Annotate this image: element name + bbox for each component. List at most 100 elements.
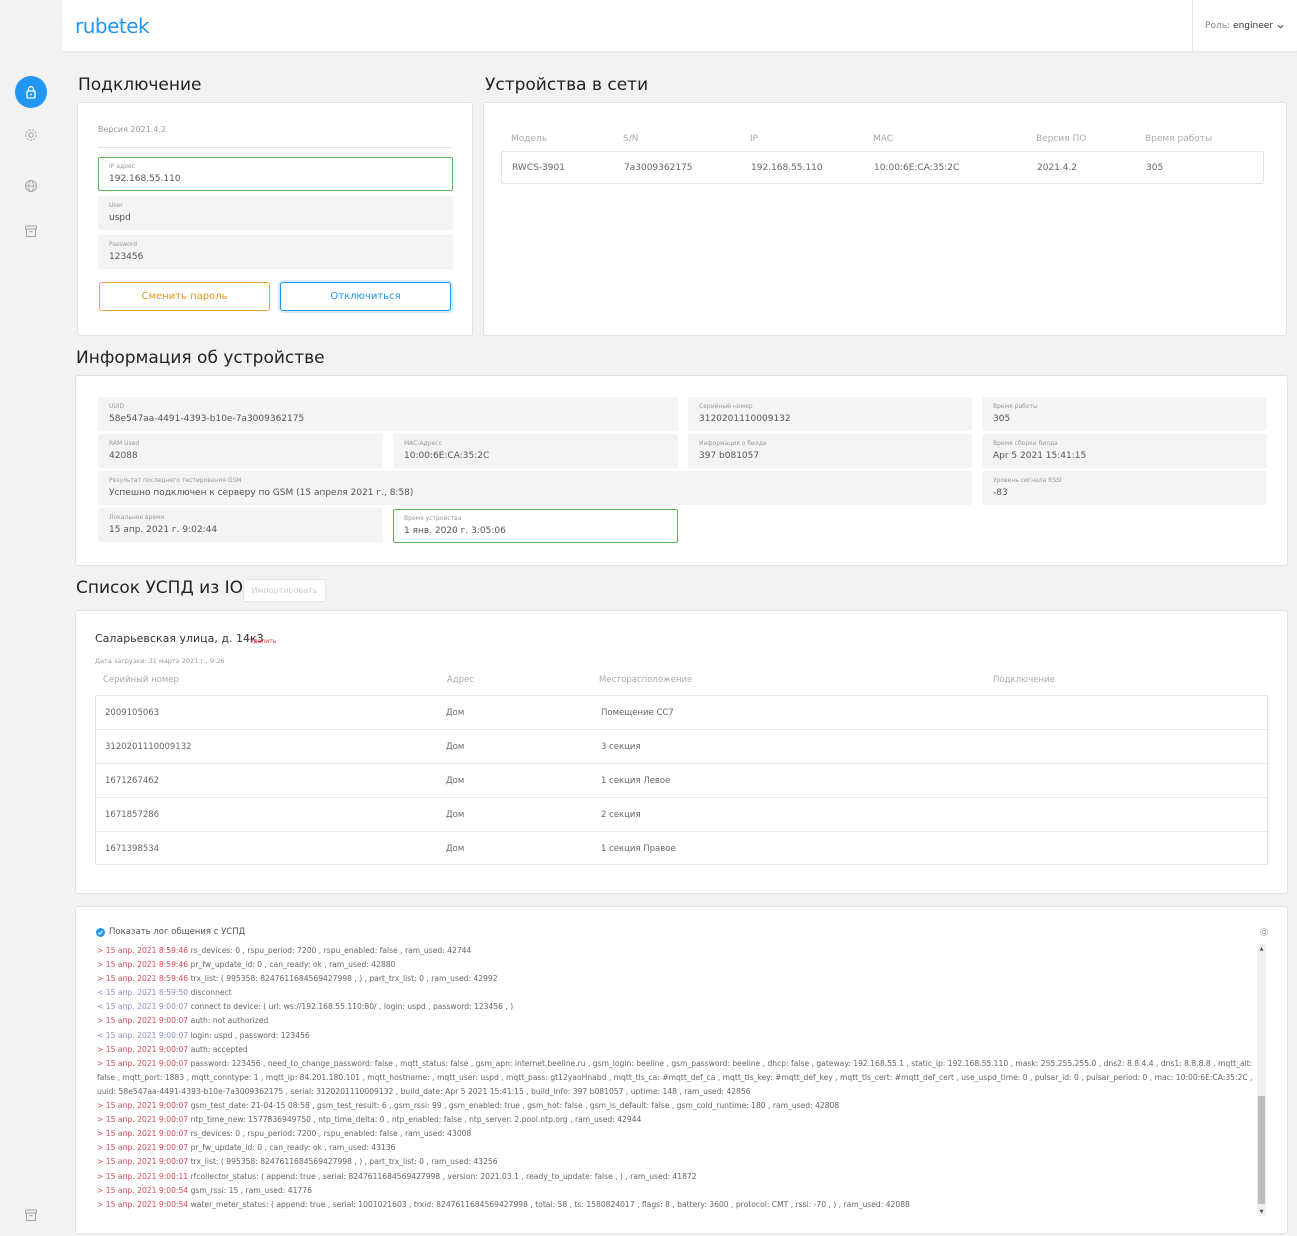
sidebar-item-network[interactable] xyxy=(15,170,47,202)
row-serial: 2009105063 xyxy=(105,708,160,718)
log-text: water_meter_status: ( append: true , ser… xyxy=(190,1199,910,1209)
row-location: 1 секция Левое xyxy=(601,776,671,786)
device-uptime: 305 xyxy=(1146,163,1164,173)
uuid-label: UUID xyxy=(109,403,125,410)
row-address: Дом xyxy=(446,844,465,854)
log-text: pr_fw_update_id: 0 , can_ready: ok , ram… xyxy=(190,1143,396,1153)
device-time-label: Время устройства xyxy=(404,515,462,522)
row-serial: 3120201110009132 xyxy=(105,742,192,752)
scroll-up-icon[interactable]: ▲ xyxy=(1257,944,1266,953)
log-line: > 15 апр. 2021 9:00:11 rfcollector_statu… xyxy=(97,1170,1259,1184)
user-field[interactable]: User uspd xyxy=(98,196,453,230)
ram-value: 42088 xyxy=(109,451,138,461)
password-field[interactable]: Password 123456 xyxy=(98,235,453,269)
log-line: > 15 апр. 2021 9:00:54 gsm_rssi: 15 , ra… xyxy=(97,1184,1259,1198)
ip-value: 192.168.55.110 xyxy=(109,174,181,184)
device-version: 2021.4.2 xyxy=(1037,163,1078,173)
topbar: rubetek Роль: engineer xyxy=(62,0,1297,52)
serial-field: Серийный номер 3120201110009132 xyxy=(688,397,972,431)
ip-field[interactable]: IP адрес 192.168.55.110 xyxy=(98,157,453,191)
import-button[interactable]: Импортировать xyxy=(243,579,326,602)
gear-icon xyxy=(25,129,37,141)
archive-icon xyxy=(24,1209,38,1222)
row-address: Дом xyxy=(446,708,465,718)
log-line: < 15 апр. 2021 9:00:07 connect to device… xyxy=(97,1000,1259,1014)
change-password-button[interactable]: Сменить пароль xyxy=(99,282,270,311)
device-mac: 10:00:6E:CA:35:2C xyxy=(874,163,960,173)
table-row[interactable]: RWCS-3901 7a3009362175 192.168.55.110 10… xyxy=(501,151,1264,184)
row-location: 1 секция Правое xyxy=(601,844,676,854)
uspd-list-title: Список УСПД из IOT xyxy=(76,578,254,598)
chevron-down-icon xyxy=(1277,24,1284,29)
device-time-value: 1 янв. 2020 г. 3:05:06 xyxy=(404,526,506,536)
password-value: 123456 xyxy=(109,252,144,262)
sidebar-item-connection[interactable] xyxy=(15,76,47,108)
log-text: gsm_test_date: 21-04-15 08:58 , gsm_test… xyxy=(190,1101,840,1111)
mac-field: MAC-Адресс 10:00:6E:CA:35:2C xyxy=(393,434,678,468)
device-time-field[interactable]: Время устройства 1 янв. 2020 г. 3:05:06 xyxy=(393,509,678,543)
log-output: > 15 апр. 2021 8:59:46 rs_devices: 0 , r… xyxy=(97,944,1259,1216)
log-timestamp: > 15 апр. 2021 9:00:07 xyxy=(97,1115,189,1125)
log-timestamp: > 15 апр. 2021 9:00:07 xyxy=(97,1129,189,1139)
mac-label: MAC-Адресс xyxy=(404,440,442,447)
log-timestamp: > 15 апр. 2021 9:00:54 xyxy=(97,1185,189,1195)
log-timestamp: < 15 апр. 2021 8:59:50 xyxy=(97,988,189,998)
uspd-list-card: Саларьевская улица, д. 14к3 Удалить Дата… xyxy=(75,610,1288,894)
ip-label: IP адрес xyxy=(109,163,135,170)
local-time-value: 15 апр. 2021 г. 9:02:44 xyxy=(109,525,218,535)
gear-icon[interactable] xyxy=(1259,927,1269,937)
network-devices-title: Устройства в сети xyxy=(485,75,649,95)
log-timestamp: > 15 апр. 2021 8:59:46 xyxy=(97,946,189,955)
role-selector[interactable]: Роль: engineer xyxy=(1192,0,1297,52)
uptime-value: 305 xyxy=(993,414,1011,424)
col-uptime: Время работы xyxy=(1145,134,1213,144)
local-time-label: Локальное время xyxy=(109,514,165,521)
log-timestamp: > 15 апр. 2021 8:59:46 xyxy=(97,974,189,984)
network-devices-card: Модель S/N IP MAC Версия ПО Время работы… xyxy=(483,102,1287,336)
log-line: > 15 апр. 2021 9:00:07 auth: accepted xyxy=(97,1043,1259,1057)
user-value: uspd xyxy=(109,213,131,223)
sidebar-item-settings[interactable] xyxy=(15,119,47,151)
row-location: 3 секция xyxy=(601,742,641,752)
col-address: Адрес xyxy=(447,675,474,685)
log-line: < 15 апр. 2021 8:59:50 disconnect xyxy=(97,986,1259,1000)
log-text: rfcollector_status: ( append: true , ser… xyxy=(190,1171,697,1181)
globe-icon xyxy=(24,179,38,193)
device-sn: 7a3009362175 xyxy=(624,163,693,173)
serial-value: 3120201110009132 xyxy=(699,414,791,424)
row-location: Помещение СС7 xyxy=(601,708,674,718)
log-text: rs_devices: 0 , rspu_period: 7200 , rspu… xyxy=(190,946,472,955)
rssi-value: -83 xyxy=(993,488,1008,498)
log-timestamp: > 15 апр. 2021 9:00:07 xyxy=(97,1143,189,1153)
show-log-label: Показать лог общения с УСПД xyxy=(109,927,246,937)
log-text: ntp_time_new: 1577836949750 , ntp_time_d… xyxy=(190,1115,642,1125)
log-timestamp: > 15 апр. 2021 9:00:54 xyxy=(97,1199,189,1209)
table-row[interactable]: 2009105063 Дом Помещение СС7 xyxy=(96,696,1267,730)
log-text: gsm_rssi: 15 , ram_used: 41776 xyxy=(190,1185,312,1195)
col-connection: Подключение xyxy=(993,675,1055,685)
table-row[interactable]: 1671267462 Дом 1 секция Левое xyxy=(96,764,1267,798)
sidebar-item-bottom-archive[interactable] xyxy=(15,1199,47,1231)
divider xyxy=(98,147,452,148)
table-row[interactable]: 3120201110009132 Дом 3 секция xyxy=(96,730,1267,764)
log-scrollbar[interactable]: ▲ ▼ xyxy=(1257,944,1266,1216)
scroll-down-icon[interactable]: ▼ xyxy=(1257,1207,1266,1216)
delete-link[interactable]: Удалить xyxy=(250,638,276,645)
local-time-field: Локальное время 15 апр. 2021 г. 9:02:44 xyxy=(98,508,383,542)
show-log-checkbox[interactable]: Показать лог общения с УСПД xyxy=(96,927,245,937)
build-time-value: Apr 5 2021 15:41:15 xyxy=(993,451,1087,461)
connection-title: Подключение xyxy=(78,75,202,95)
logo: rubetek xyxy=(75,14,150,38)
log-line: > 15 апр. 2021 9:00:07 rs_devices: 0 , r… xyxy=(97,1127,1259,1141)
uspd-table: 2009105063 Дом Помещение СС7 31202011100… xyxy=(95,695,1268,865)
sidebar-item-archive[interactable] xyxy=(15,215,47,247)
disconnect-button[interactable]: Отключиться xyxy=(280,282,451,311)
table-row[interactable]: 1671857286 Дом 2 секция xyxy=(96,798,1267,832)
scroll-thumb[interactable] xyxy=(1258,1096,1265,1204)
table-row[interactable]: 1671398534 Дом 1 секция Правое xyxy=(96,832,1267,866)
checkbox-checked-icon xyxy=(96,927,105,937)
version-label: Версия 2021.4.2 xyxy=(98,125,167,134)
role-value: engineer xyxy=(1233,21,1273,31)
uspd-table-header: Серийный номер Адрес Месторасположение П… xyxy=(103,675,1263,687)
log-line: > 15 апр. 2021 9:00:07 ntp_time_new: 157… xyxy=(97,1113,1259,1127)
